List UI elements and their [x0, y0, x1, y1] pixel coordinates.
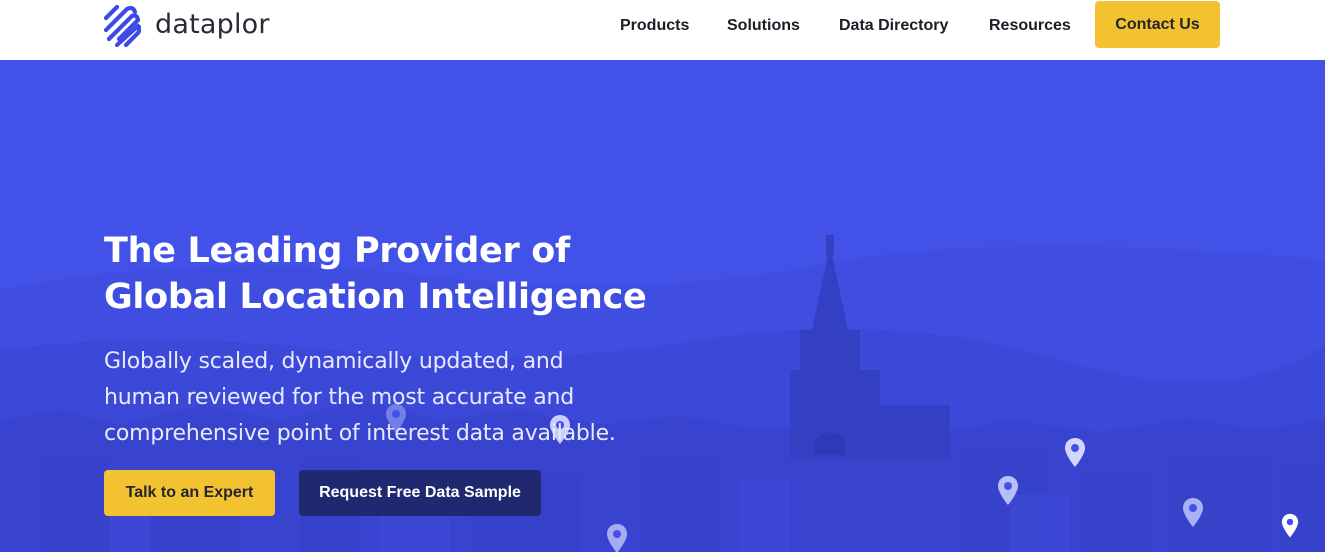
- nav-item-products[interactable]: Products: [620, 0, 689, 52]
- request-data-sample-button[interactable]: Request Free Data Sample: [299, 470, 541, 516]
- map-pin-icon: [1281, 513, 1299, 538]
- fingerprint-stripes-icon: [103, 4, 141, 48]
- brand-name: dataplor: [155, 8, 270, 40]
- hero-subheading-line-1: Globally scaled, dynamically updated, an…: [104, 349, 564, 374]
- nav-item-solutions[interactable]: Solutions: [727, 0, 800, 52]
- site-header: dataplor Products Solutions Data Directo…: [0, 0, 1325, 60]
- hero-subheading-line-3: comprehensive point of interest data ava…: [104, 421, 616, 446]
- hero-section: The Leading Provider of Global Location …: [0, 60, 1325, 552]
- hero-headline-line-2: Global Location Intelligence: [104, 277, 647, 317]
- map-pin-icon: [998, 476, 1018, 505]
- map-pin-icon: [1065, 438, 1085, 467]
- hero-subheading: Globally scaled, dynamically updated, an…: [104, 344, 664, 452]
- hero-headline: The Leading Provider of Global Location …: [104, 228, 724, 320]
- map-pin-icon: [607, 524, 627, 552]
- brand-logo[interactable]: dataplor: [103, 4, 270, 48]
- hero-subheading-line-2: human reviewed for the most accurate and: [104, 385, 574, 410]
- contact-us-button[interactable]: Contact Us: [1095, 1, 1220, 48]
- nav-item-data-directory[interactable]: Data Directory: [839, 0, 948, 52]
- talk-to-expert-button[interactable]: Talk to an Expert: [104, 470, 275, 516]
- hero-headline-line-1: The Leading Provider of: [104, 231, 570, 271]
- map-pin-icon: [1183, 498, 1203, 527]
- nav-item-resources[interactable]: Resources: [989, 0, 1071, 52]
